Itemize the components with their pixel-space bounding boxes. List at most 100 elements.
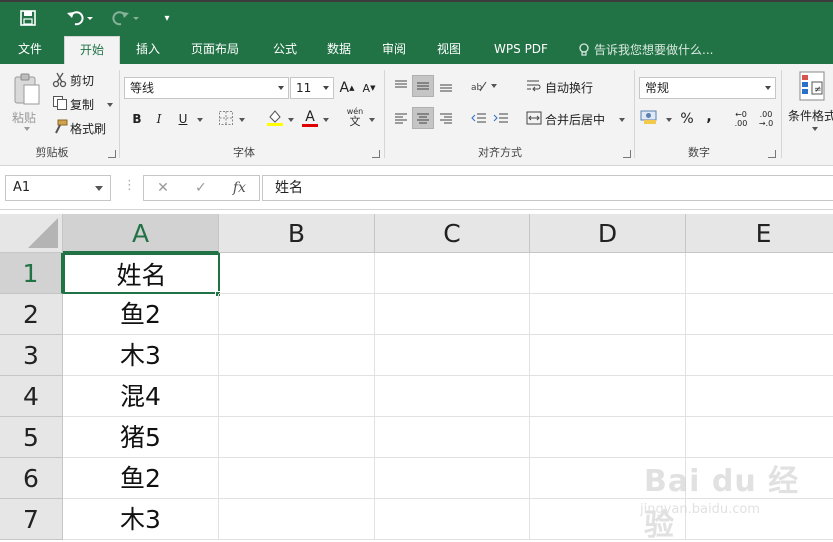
conditional-formatting-dropdown-arrow[interactable] [812, 127, 818, 131]
phonetic-guide-icon[interactable]: wén 文 [345, 106, 365, 128]
copy-dropdown-arrow[interactable] [107, 103, 113, 107]
cell-a4[interactable]: 混4 [63, 376, 219, 417]
cell-d3[interactable] [530, 335, 686, 376]
shrink-font-button[interactable]: A ▼ [358, 77, 380, 99]
font-size-combo[interactable]: 11 [290, 77, 334, 99]
row-header-7[interactable]: 7 [0, 499, 63, 540]
tab-view[interactable]: 视图 [427, 36, 471, 64]
row-header-5[interactable]: 5 [0, 417, 63, 458]
paste-icon[interactable] [10, 70, 44, 110]
cell-a3[interactable]: 木3 [63, 335, 219, 376]
comma-button[interactable]: , [698, 106, 720, 128]
cell-b5[interactable] [219, 417, 375, 458]
merge-center-icon[interactable] [526, 110, 542, 126]
cell-e2[interactable] [686, 294, 833, 335]
column-header-e[interactable]: E [686, 214, 833, 253]
save-icon[interactable] [18, 8, 38, 28]
row-header-1[interactable]: 1 [0, 253, 63, 294]
font-name-combo[interactable]: 等线 [124, 77, 289, 99]
row-header-2[interactable]: 2 [0, 294, 63, 335]
cell-a2[interactable]: 鱼2 [63, 294, 219, 335]
copy-label[interactable]: 复制 [70, 96, 94, 113]
fill-color-dropdown-arrow[interactable] [288, 118, 294, 122]
italic-button[interactable]: I [148, 108, 170, 130]
cell-b2[interactable] [219, 294, 375, 335]
tab-file[interactable]: 文件 [8, 36, 52, 64]
fill-color-icon[interactable] [266, 108, 284, 126]
tab-insert[interactable]: 插入 [126, 36, 170, 64]
align-right-button[interactable] [435, 107, 457, 129]
cut-label[interactable]: 剪切 [70, 72, 94, 89]
copy-icon[interactable] [52, 95, 68, 111]
font-size-dropdown-arrow[interactable] [323, 86, 329, 90]
tab-data[interactable]: 数据 [317, 36, 361, 64]
align-middle-button[interactable] [412, 75, 434, 97]
select-all-button[interactable] [0, 214, 63, 253]
merge-center-label[interactable]: 合并后居中 [545, 111, 605, 128]
scissors-icon[interactable] [52, 72, 68, 88]
increase-decimal-button[interactable]: ←0 .00 [730, 108, 752, 130]
increase-indent-button[interactable] [490, 107, 512, 129]
cell-d1[interactable] [530, 253, 686, 294]
tab-home[interactable]: 开始 [64, 36, 120, 64]
wrap-text-label[interactable]: 自动换行 [545, 79, 593, 96]
cell-d2[interactable] [530, 294, 686, 335]
cell-c4[interactable] [375, 376, 530, 417]
number-format-combo[interactable]: 常规 [639, 77, 776, 99]
number-format-dropdown-arrow[interactable] [765, 86, 771, 90]
borders-icon[interactable] [218, 110, 234, 126]
align-bottom-button[interactable] [435, 75, 457, 97]
align-top-button[interactable] [390, 75, 412, 97]
undo-icon[interactable] [62, 8, 98, 28]
cell-c5[interactable] [375, 417, 530, 458]
cell-c2[interactable] [375, 294, 530, 335]
cell-b3[interactable] [219, 335, 375, 376]
number-launcher-icon[interactable] [768, 150, 776, 158]
conditional-formatting-label[interactable]: 条件格式 [788, 107, 833, 124]
font-color-dropdown-arrow[interactable] [323, 118, 329, 122]
insert-function-icon[interactable]: fx [233, 180, 246, 196]
name-box[interactable]: A1 [5, 175, 111, 201]
underline-dropdown-arrow[interactable] [197, 118, 203, 122]
column-header-c[interactable]: C [375, 214, 530, 253]
wrap-text-icon[interactable] [526, 78, 542, 94]
accounting-format-icon[interactable] [640, 108, 660, 126]
cell-c3[interactable] [375, 335, 530, 376]
cell-b1[interactable] [219, 253, 375, 294]
merge-center-dropdown-arrow[interactable] [619, 118, 625, 122]
percent-button[interactable]: % [676, 108, 698, 130]
cancel-icon[interactable]: ✕ [157, 180, 169, 196]
cell-c7[interactable] [375, 499, 530, 540]
bold-button[interactable]: B [126, 108, 148, 130]
cell-b4[interactable] [219, 376, 375, 417]
decrease-indent-button[interactable] [468, 107, 490, 129]
alignment-launcher-icon[interactable] [623, 150, 631, 158]
tab-page-layout[interactable]: 页面布局 [182, 36, 248, 64]
cell-e3[interactable] [686, 335, 833, 376]
paste-dropdown-arrow[interactable] [24, 127, 30, 131]
formula-bar-grip[interactable]: ⋮ [123, 178, 136, 193]
column-header-b[interactable]: B [219, 214, 375, 253]
row-header-3[interactable]: 3 [0, 335, 63, 376]
cell-b6[interactable] [219, 458, 375, 499]
decrease-decimal-button[interactable]: .00 →.0 [755, 108, 777, 130]
font-launcher-icon[interactable] [372, 150, 380, 158]
align-left-button[interactable] [390, 107, 412, 129]
name-box-dropdown-arrow[interactable] [95, 186, 103, 191]
tell-me-box[interactable]: 告诉我您想要做什么... [578, 36, 713, 64]
tab-wps-pdf[interactable]: WPS PDF [486, 36, 556, 64]
accounting-dropdown-arrow[interactable] [666, 118, 672, 122]
cell-c1[interactable] [375, 253, 530, 294]
conditional-formatting-icon[interactable]: ≠ [797, 70, 827, 104]
column-header-d[interactable]: D [530, 214, 686, 253]
cell-d4[interactable] [530, 376, 686, 417]
cell-e1[interactable] [686, 253, 833, 294]
enter-icon[interactable]: ✓ [195, 180, 207, 196]
cell-b7[interactable] [219, 499, 375, 540]
align-center-button[interactable] [412, 107, 434, 129]
cell-a1[interactable]: 姓名 [63, 253, 220, 294]
row-header-6[interactable]: 6 [0, 458, 63, 499]
format-painter-label[interactable]: 格式刷 [70, 120, 106, 137]
formula-input[interactable]: 姓名 [262, 175, 833, 201]
orientation-dropdown-arrow[interactable] [491, 84, 497, 88]
